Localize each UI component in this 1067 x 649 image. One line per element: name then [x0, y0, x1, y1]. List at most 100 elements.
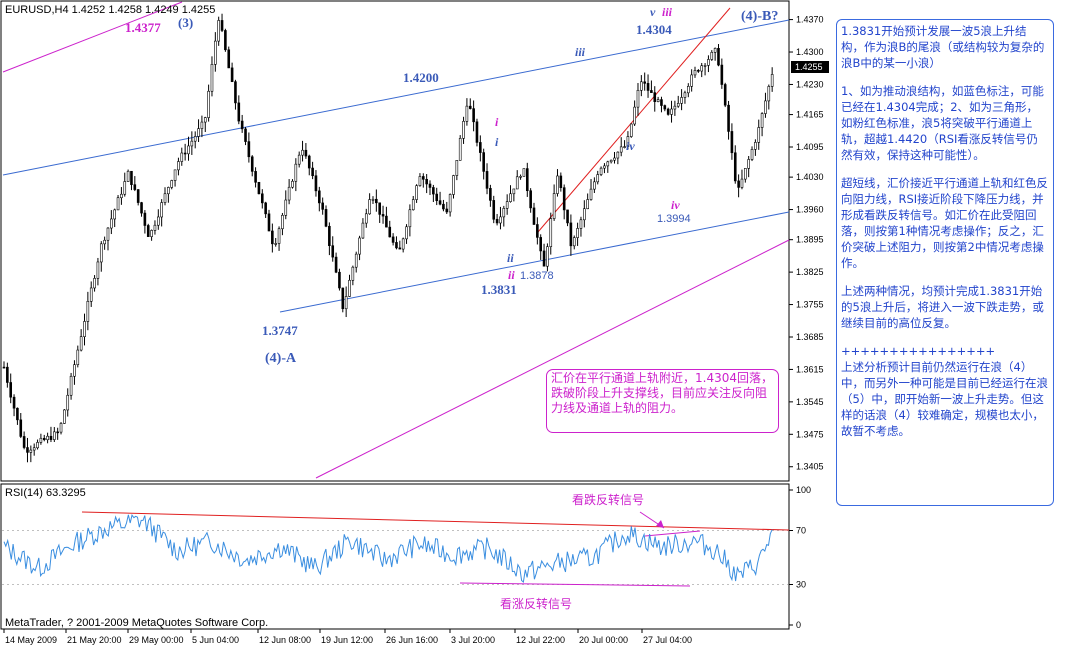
candle-body: [750, 149, 754, 160]
candle-body: [307, 155, 311, 169]
candle-body: [713, 47, 717, 53]
time-tick-label: 3 Jul 20:00: [451, 635, 495, 645]
candle-body: [415, 185, 418, 200]
candle-body: [489, 188, 492, 201]
candle-body: [683, 92, 687, 98]
rsi-axis: 100 70 30 0: [789, 485, 811, 630]
candle-body: [445, 208, 449, 213]
candle-body: [157, 216, 160, 226]
candle-body: [640, 81, 643, 91]
wave-label-ii-magenta: ii: [508, 268, 515, 282]
candle-body: [214, 40, 217, 65]
candle-body: [465, 105, 469, 122]
candle-body: [32, 447, 36, 451]
candle-body: [385, 215, 388, 228]
candle-body: [492, 200, 496, 220]
candle-body: [462, 121, 465, 139]
candle-body: [9, 382, 13, 398]
candle-body: [700, 65, 704, 72]
candle-body: [220, 20, 224, 31]
price-tick-label: 1.3405: [796, 462, 824, 472]
candle-body: [234, 81, 237, 104]
candle-body: [59, 423, 63, 433]
candle-body: [224, 30, 227, 51]
candle-body: [267, 213, 271, 232]
candle-body: [86, 301, 90, 322]
candle-body: [301, 149, 304, 156]
time-tick-label: 12 Jul 22:00: [516, 635, 565, 645]
candle-body: [388, 226, 392, 238]
note-paragraph: 超短线，汇价接近平行通道上轨和红色反向阻力线，RSI接近阶段下降压力线，并形成看…: [841, 176, 1048, 270]
candle-body: [502, 208, 506, 218]
candle-body: [697, 70, 700, 72]
candle-body: [405, 226, 408, 240]
time-tick-label: 5 Jun 04:00: [192, 635, 239, 645]
candle-body: [167, 187, 170, 195]
time-axis: 14 May 2009 21 May 20:00 29 May 00:00 5 Jun…: [3, 629, 692, 645]
candle-body: [643, 81, 646, 84]
candle-body: [143, 212, 147, 226]
candle-body: [733, 152, 737, 182]
wave-label-iii-magenta: iii: [662, 5, 673, 19]
time-tick-label: 26 Jun 16:00: [386, 635, 438, 645]
candle-body: [53, 431, 56, 440]
candle-body: [106, 227, 110, 241]
candle-body: [42, 437, 46, 441]
price-label-1-3994: 1.3994: [657, 213, 691, 225]
note-paragraph: 1、如为推动浪结构，如蓝色标注，可能已经在1.4304完成；2、如为三角形，如粉…: [841, 84, 1044, 162]
wave-label-iv-blue: iv: [626, 139, 635, 153]
candle-body: [338, 271, 341, 289]
candle-body: [227, 49, 231, 69]
candle-body: [230, 67, 234, 82]
rsi-header: RSI(14) 63.3295: [5, 487, 86, 499]
candle-body: [371, 198, 375, 201]
candle-body: [328, 225, 331, 246]
candle-body: [22, 436, 26, 448]
candle-body: [609, 159, 613, 163]
candle-body: [525, 168, 529, 192]
time-tick-label: 27 Jul 04:00: [643, 635, 692, 645]
wave-label-4b: (4)-B?: [741, 9, 778, 24]
candle-body: [532, 207, 536, 225]
wave-label-3: (3): [178, 15, 193, 30]
price-tick-label: 1.4230: [796, 79, 824, 89]
candle-body: [482, 152, 485, 172]
candle-body: [552, 193, 556, 219]
candle-body: [2, 366, 6, 369]
candle-body: [190, 140, 194, 147]
candle-body: [76, 349, 80, 365]
time-tick-label: 29 May 00:00: [129, 635, 184, 645]
candle-body: [39, 437, 43, 443]
candle-body: [760, 113, 764, 128]
note-separator: ++++++++++++++++: [841, 344, 996, 358]
candle-body: [183, 152, 187, 155]
candle-body: [29, 449, 33, 453]
candle-body: [411, 199, 415, 211]
candle-body: [354, 253, 358, 268]
price-tick-label: 1.4370: [796, 15, 824, 25]
candle-body: [321, 202, 324, 210]
candle-body: [499, 216, 502, 224]
price-axis: 1.4370 1.4300 1.4230 1.4165 1.4095 1.4030 1.39…: [789, 15, 824, 472]
candle-body: [120, 193, 123, 199]
candle-body: [113, 209, 116, 220]
candle-body: [197, 128, 200, 137]
candle-body: [770, 74, 774, 87]
candle-body: [12, 396, 16, 409]
candle-body: [653, 92, 657, 102]
rsi-tick-label: 100: [796, 485, 811, 495]
candle-body: [110, 218, 113, 229]
candle-body: [73, 364, 76, 377]
candle-body: [468, 105, 472, 109]
bearish-signal-label: 看跌反转信号: [572, 492, 644, 507]
candle-body: [193, 136, 197, 142]
candle-body: [140, 202, 143, 214]
candle-body: [170, 180, 174, 188]
candle-body: [160, 202, 163, 218]
price-tick-label: 1.3545: [796, 397, 824, 407]
candle-body: [670, 108, 673, 115]
candle-body: [83, 321, 86, 337]
candle-body: [562, 187, 566, 211]
candle-body: [89, 287, 93, 302]
candle-body: [589, 188, 593, 200]
